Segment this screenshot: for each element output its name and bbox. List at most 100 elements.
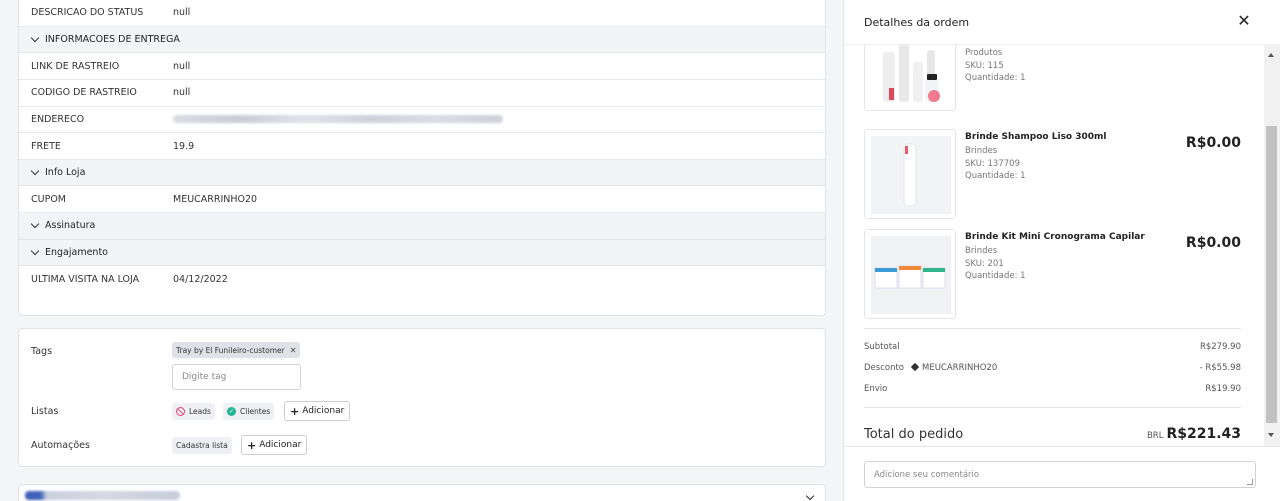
divider (844, 446, 1280, 447)
field-value: 19.9 (173, 140, 195, 152)
product-quantity: Quantidade: 1 (965, 171, 1026, 181)
scroll-down-arrow-icon[interactable] (1268, 433, 1274, 437)
product-sku: SKU: 137709 (965, 158, 1020, 169)
tag-input[interactable]: Digite tag (172, 364, 301, 390)
shipping-summary-row: Envio R$19.90 (864, 384, 1241, 394)
section-store-info[interactable]: Info Loja (19, 159, 825, 187)
section-title: Info Loja (45, 167, 86, 179)
discount-value: - R$55.98 (1199, 363, 1241, 373)
coupon-row: CUPOM MEUCARRINHO20 (19, 186, 825, 214)
tag-input-placeholder: Digite tag (182, 372, 227, 382)
product-details: Brindes SKU: 201 Quantidade: 1 (965, 245, 1026, 283)
product-sku: SKU: 115 (965, 60, 1004, 71)
field-label: ENDERECO (31, 113, 85, 125)
field-value: 04/12/2022 (173, 273, 228, 285)
product-quantity: Quantidade: 1 (965, 73, 1026, 83)
chevron-down-icon (30, 166, 40, 176)
field-label: CODIGO DE RASTREIO (31, 87, 137, 99)
add-automation-button[interactable]: + Adicionar (241, 435, 308, 455)
order-items-scroll[interactable]: Produtos SKU: 115 Quantidade: 1 Brinde S… (844, 44, 1264, 446)
product-image-art (865, 45, 955, 110)
automations-label: Automações (31, 440, 90, 451)
divider (864, 407, 1241, 408)
field-label: LINK DE RASTREIO (31, 60, 120, 72)
address-row: ENDERECO (19, 107, 825, 134)
redacted-address (173, 115, 503, 124)
total-currency: BRL (1146, 431, 1164, 441)
list-chip-leads[interactable]: Leads (172, 403, 215, 420)
product-image-art (871, 236, 951, 314)
order-details-panel: Detalhes da ordem ✕ Produtos SKU: 115 Qu… (843, 0, 1280, 501)
field-label: CUPOM (31, 193, 66, 205)
tracking-link-row: LINK DE RASTREIO null (19, 53, 825, 80)
product-image-art (871, 136, 951, 214)
add-list-button[interactable]: + Adicionar (284, 401, 351, 421)
field-label: ULTIMA VISITA NA LOJA (31, 273, 140, 285)
ban-icon (176, 407, 185, 416)
tag-chip: Tray by El Funileiro-customer ✕ (172, 342, 301, 358)
list-name: Clientes (240, 407, 271, 416)
product-category: Brindes (965, 146, 998, 156)
divider (864, 328, 1241, 329)
tags-label: Tags (31, 346, 53, 357)
automation-name: Cadastra lista (176, 441, 228, 450)
panel-scrollbar[interactable] (1264, 44, 1280, 446)
product-image (864, 229, 956, 319)
collapsed-account-card[interactable] (18, 484, 826, 501)
product-category: Brindes (965, 246, 998, 256)
field-label: FRETE (31, 140, 61, 152)
section-delivery-info[interactable]: INFORMACOES DE ENTREGA (19, 26, 825, 54)
tracking-code-row: CODIGO DE RASTREIO null (19, 80, 825, 107)
tag-text: Tray by El Funileiro-customer (176, 345, 285, 355)
chevron-down-icon[interactable] (805, 491, 815, 501)
panel-title: Detalhes da ordem (864, 16, 970, 29)
lists-label: Listas (31, 406, 59, 417)
section-engagement[interactable]: Engajamento (19, 239, 825, 267)
close-icon[interactable]: ✕ (290, 346, 297, 355)
product-category: Produtos (965, 48, 1003, 58)
discount-label: Desconto (864, 363, 904, 373)
product-sku: SKU: 201 (965, 258, 1004, 269)
section-subscription[interactable]: Assinatura (19, 213, 825, 240)
scroll-up-arrow-icon[interactable] (1268, 53, 1274, 57)
plus-icon: + (290, 404, 300, 418)
list-name: Leads (189, 407, 211, 416)
total-value-group: BRL R$221.43 (1147, 426, 1241, 442)
product-image (864, 129, 956, 219)
status-description-row: DESCRICAO DO STATUS null (19, 0, 825, 27)
resize-grip-icon[interactable] (1247, 479, 1253, 485)
shipping-label: Envio (864, 384, 888, 394)
close-icon[interactable]: ✕ (1235, 12, 1253, 30)
scrollbar-thumb[interactable] (1266, 126, 1277, 423)
field-value: null (173, 60, 191, 72)
product-price: R$0.00 (1185, 135, 1241, 151)
product-quantity: Quantidade: 1 (965, 271, 1026, 281)
order-details-card: DESCRICAO DO STATUS null INFORMACOES DE … (18, 0, 826, 316)
comment-textarea[interactable]: Adicione seu comentário (864, 461, 1256, 488)
plus-icon: + (247, 438, 257, 452)
check-circle-icon: ✓ (227, 407, 236, 416)
product-name: Brinde Kit Mini Cronograma Capilar (965, 232, 1145, 242)
chevron-down-icon (30, 220, 40, 229)
automation-chip[interactable]: Cadastra lista (172, 437, 232, 454)
discount-code: MEUCARRINHO20 (922, 363, 998, 373)
product-details: Brindes SKU: 137709 Quantidade: 1 (965, 145, 1026, 183)
section-title: Assinatura (45, 220, 96, 232)
section-title: INFORMACOES DE ENTREGA (45, 33, 180, 45)
field-label: DESCRICAO DO STATUS (31, 7, 144, 19)
comment-placeholder: Adicione seu comentário (874, 469, 980, 480)
shipping-row: FRETE 19.9 (19, 133, 825, 160)
order-total-row: Total do pedido BRL R$221.43 (864, 426, 1241, 442)
chevron-down-icon (30, 246, 40, 256)
tag-icon (910, 362, 920, 372)
last-visit-row: ULTIMA VISITA NA LOJA 04/12/2022 (19, 266, 825, 293)
field-value: MEUCARRINHO20 (173, 193, 258, 205)
total-label: Total do pedido (864, 427, 964, 442)
shipping-value: R$19.90 (1205, 384, 1241, 394)
subtotal-row: Subtotal R$279.90 (864, 342, 1241, 352)
chevron-down-icon (30, 33, 40, 43)
list-chip-clients[interactable]: ✓ Clientes (223, 403, 275, 420)
add-label: Adicionar (302, 406, 345, 416)
product-image (864, 45, 956, 111)
section-title: Engajamento (45, 246, 108, 258)
